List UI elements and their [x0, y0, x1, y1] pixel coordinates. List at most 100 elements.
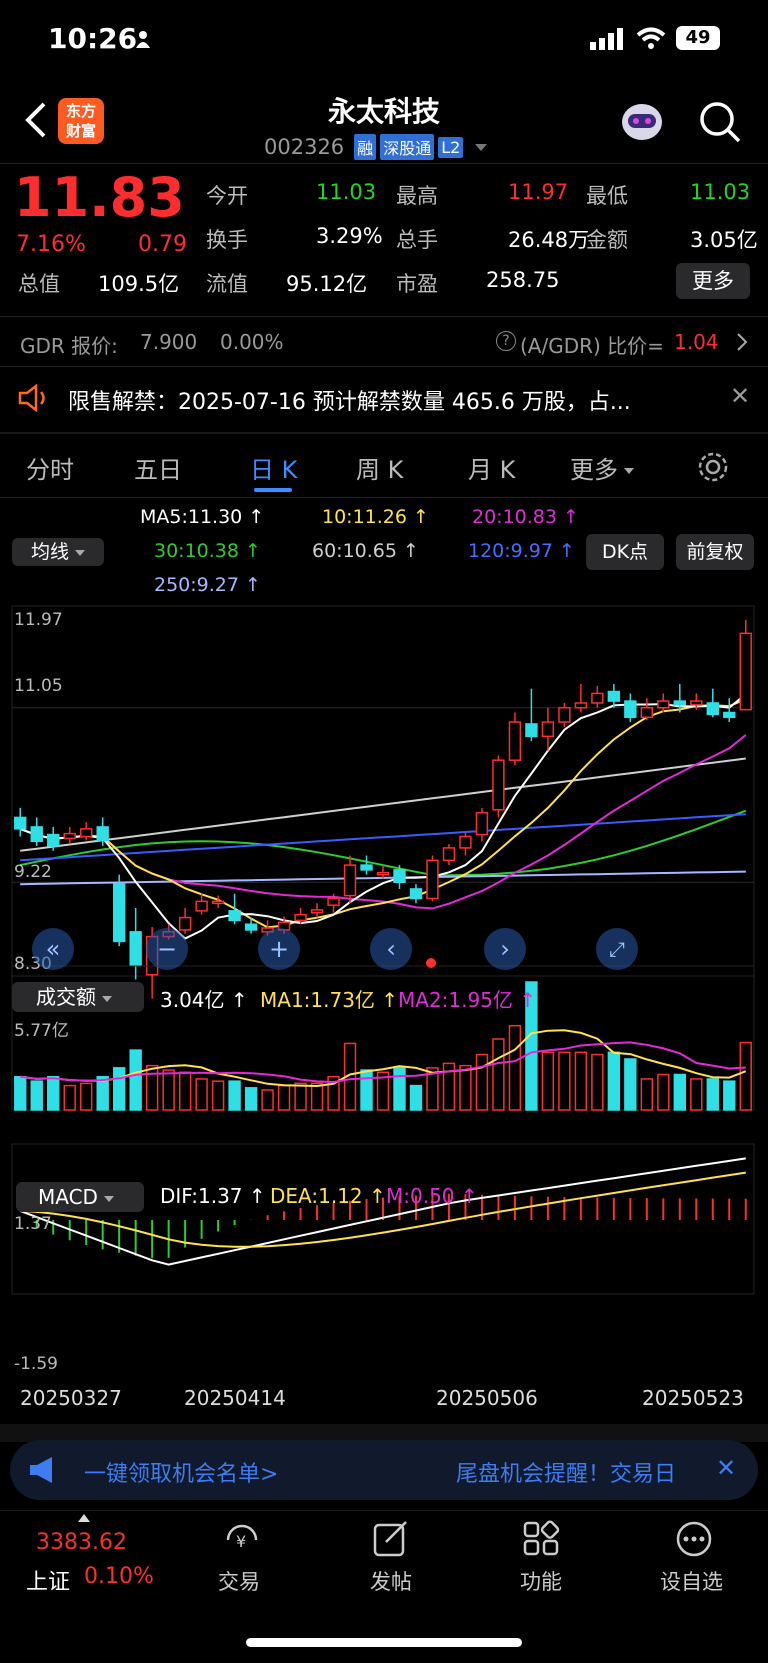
- price-axis-low: 9.22: [14, 862, 52, 882]
- unlock-notice[interactable]: 限售解禁：2025-07-16 预计解禁数量 465.6 万股，占...: [68, 384, 678, 416]
- date-label-4: 20250523: [642, 1386, 744, 1410]
- candle-body: [558, 706, 571, 723]
- tab-function[interactable]: 功能: [520, 1566, 562, 1596]
- signal-icon: [590, 28, 624, 54]
- macd-dif: DIF:1.37 ↑: [160, 1184, 266, 1208]
- candle-body: [211, 900, 225, 905]
- stock-subtitle: 002326 融 深股通 L2: [264, 134, 488, 160]
- candle-body: [360, 864, 373, 871]
- chevron-down-icon[interactable]: [475, 143, 488, 151]
- live-dot: [426, 958, 436, 968]
- candle-body: [30, 826, 43, 843]
- index-value[interactable]: 3383.62: [36, 1530, 127, 1555]
- volume-bar: [591, 1053, 604, 1111]
- settings-gear-icon[interactable]: [696, 450, 730, 488]
- gdr-percent: 0.00%: [220, 330, 284, 354]
- current-price: 11.83: [14, 166, 185, 229]
- scroll-left-icon[interactable]: ‹: [370, 928, 412, 970]
- ma250-label: 250:9.27 ↑: [154, 574, 261, 596]
- volume-bar: [657, 1073, 670, 1111]
- adjust-button[interactable]: 前复权: [676, 534, 754, 570]
- tab-3[interactable]: 周 K: [356, 450, 403, 485]
- candle-body: [706, 702, 719, 716]
- zoom-out-icon[interactable]: −: [146, 928, 188, 970]
- tab-trade[interactable]: 交易: [218, 1566, 260, 1596]
- macd-dropdown[interactable]: MACD: [16, 1182, 144, 1212]
- candle-body: [178, 916, 192, 931]
- function-grid-icon[interactable]: [522, 1520, 562, 1562]
- candle-body: [294, 913, 307, 922]
- dk-point-button[interactable]: DK点: [586, 534, 664, 570]
- volume-bar: [739, 1041, 752, 1111]
- candle-body: [723, 711, 736, 719]
- candle-body: [739, 632, 752, 711]
- scroll-left-fast-icon[interactable]: «: [32, 928, 74, 970]
- tab-1[interactable]: 五日: [134, 450, 182, 485]
- tab-0[interactable]: 分时: [26, 450, 74, 485]
- fullscreen-icon[interactable]: ⤢: [596, 928, 638, 970]
- date-label-2: 20250414: [184, 1386, 286, 1410]
- volume-bar: [96, 1075, 109, 1111]
- status-time: 10:26: [48, 22, 138, 55]
- quote-value-0-1: 11.03: [316, 180, 377, 204]
- volume-bar: [574, 1051, 588, 1111]
- zoom-in-icon[interactable]: +: [258, 928, 300, 970]
- banner-left-link[interactable]: 一键领取机会名单>: [84, 1456, 278, 1488]
- close-icon[interactable]: ✕: [730, 382, 750, 410]
- tab-post[interactable]: 发帖: [370, 1566, 412, 1596]
- quote-value-1-5: 3.05亿: [690, 228, 758, 252]
- robot-assistant-icon[interactable]: [618, 100, 666, 150]
- candle-body: [310, 909, 324, 914]
- change-amount: 0.79: [138, 232, 187, 257]
- tab-4[interactable]: 月 K: [468, 450, 515, 485]
- ma-dropdown[interactable]: 均线: [12, 538, 104, 566]
- more-dots-icon[interactable]: [674, 1520, 714, 1562]
- quote-label-0-4: 最低: [586, 184, 628, 208]
- candle-body: [459, 835, 472, 849]
- quote-label-2-4: 市盈: [396, 272, 438, 296]
- volume-dropdown[interactable]: 成交额: [12, 982, 144, 1012]
- megaphone-icon: [28, 1456, 60, 1488]
- volume-bar: [624, 1058, 637, 1111]
- candle-body: [541, 721, 555, 738]
- candle-body: [657, 700, 670, 709]
- volume-bar: [393, 1067, 406, 1111]
- volume-bar: [277, 1084, 291, 1111]
- index-percent[interactable]: 0.10%: [84, 1564, 154, 1589]
- battery-level: 49: [685, 27, 711, 48]
- more-button[interactable]: 更多: [676, 263, 750, 299]
- volume-bar: [475, 1053, 489, 1111]
- candle-body: [80, 828, 93, 838]
- ma10-label: 10:11.26 ↑: [322, 506, 429, 528]
- tab-5[interactable]: 更多: [570, 450, 634, 485]
- volume-ma2: MA2:1.95亿 ↑: [398, 988, 537, 1012]
- banner-close-icon[interactable]: ✕: [716, 1454, 736, 1482]
- candle-body: [574, 702, 588, 709]
- banner-right-text[interactable]: 尾盘机会提醒！交易日: [456, 1456, 676, 1488]
- index-name[interactable]: 上证: [26, 1564, 70, 1596]
- candle-body: [673, 700, 686, 706]
- volume-value: 3.04亿 ↑: [160, 988, 248, 1012]
- tab-add-watchlist[interactable]: 设自选: [660, 1566, 723, 1596]
- volume-bar: [145, 1064, 159, 1111]
- tag-margin: 融: [354, 134, 377, 160]
- scroll-right-icon[interactable]: ›: [484, 928, 526, 970]
- macd-m: M:0.50 ↑: [386, 1184, 478, 1208]
- chevron-right-icon[interactable]: [736, 332, 748, 356]
- date-label-3: 20250506: [436, 1386, 538, 1410]
- search-icon[interactable]: [698, 100, 742, 148]
- person-icon: [136, 30, 150, 48]
- tag-hk-connect: 深股通: [380, 134, 435, 160]
- volume-bar: [508, 1024, 522, 1111]
- candle-body: [525, 723, 538, 738]
- volume-axis-top: 5.77亿: [14, 1021, 69, 1041]
- trade-icon[interactable]: ¥: [220, 1520, 264, 1562]
- post-icon[interactable]: [372, 1520, 412, 1562]
- volume-bar: [112, 1067, 126, 1111]
- volume-bar: [294, 1082, 307, 1111]
- volume-bar: [47, 1075, 60, 1111]
- tab-2[interactable]: 日 K: [250, 450, 297, 485]
- help-icon[interactable]: ?: [496, 331, 516, 351]
- macd-axis-bottom: -1.59: [14, 1354, 58, 1374]
- candle-body: [244, 923, 258, 931]
